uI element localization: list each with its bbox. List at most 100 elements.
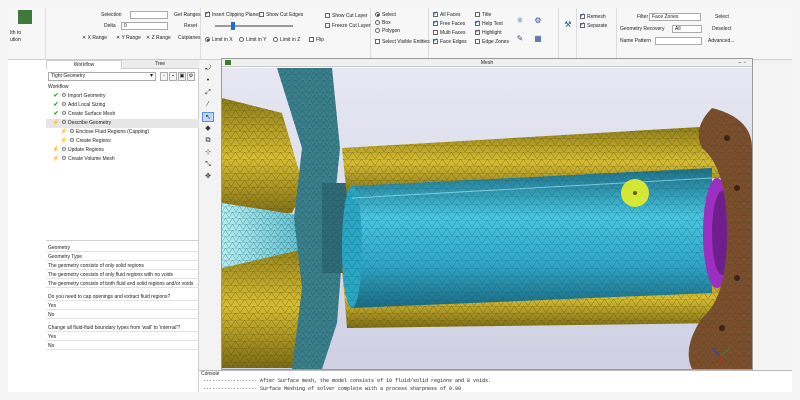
selection-field[interactable]	[130, 11, 168, 19]
step-create-volume-mesh[interactable]: ⚡ ⚙Create Volume Mesh	[52, 155, 114, 164]
workflow-button-4[interactable]: ⚙	[187, 72, 195, 81]
get-ranges-button[interactable]: Get Ranges	[174, 12, 201, 18]
limit-x-toggle[interactable]: Limit in X	[205, 37, 233, 43]
advanced-button[interactable]: Advanced...	[708, 38, 734, 44]
geometry-option-both[interactable]: The geometry consists of both fluid and …	[46, 280, 199, 288]
limit-z-radio[interactable]	[273, 37, 278, 43]
step-update-regions[interactable]: ⚡ ⚙Update Regions	[52, 146, 104, 155]
multi-faces-toggle[interactable]: Multi Faces	[433, 30, 466, 36]
workflow-button-1[interactable]: ▫	[160, 72, 168, 81]
insert-clipping-checkbox[interactable]	[205, 10, 210, 18]
paint-icon[interactable]: ✎	[515, 34, 525, 44]
highlight-checkbox[interactable]	[475, 28, 480, 36]
limit-x-radio[interactable]	[205, 37, 210, 43]
free-faces-toggle[interactable]: Free Faces	[433, 19, 465, 27]
reset-button[interactable]: Reset	[184, 23, 197, 29]
mesh-viewport[interactable]	[222, 68, 752, 369]
step-enclose-fluid-regions[interactable]: ⚡ ⚙Enclose Fluid Regions (Capping)	[60, 128, 149, 137]
delta-field[interactable]: 0	[121, 22, 168, 30]
cube-icon[interactable]: ◆	[202, 124, 214, 134]
remesh-toggle[interactable]: Remesh	[580, 12, 606, 20]
palette-icon[interactable]: ⚛	[515, 16, 525, 26]
select-mode-radio[interactable]	[375, 12, 380, 18]
y-range-button[interactable]: ✕ Y Range	[116, 35, 141, 41]
zoom-icon[interactable]: ⤢	[202, 88, 214, 98]
move-icon[interactable]: ✥	[202, 172, 214, 182]
tab-tree[interactable]: Tree	[122, 60, 198, 69]
highlight-toggle[interactable]: Highlight	[475, 28, 501, 36]
workflow-button-3[interactable]: ▣	[178, 72, 186, 81]
title-checkbox[interactable]	[475, 12, 480, 18]
tab-workflow[interactable]: Workflow	[46, 60, 122, 69]
box-mode-radio[interactable]	[375, 20, 380, 26]
show-cut-layer-checkbox[interactable]	[325, 13, 330, 19]
free-faces-checkbox[interactable]	[433, 19, 438, 27]
pan-icon[interactable]: •	[202, 76, 214, 86]
polygon-mode-option[interactable]: Polygon	[375, 28, 400, 34]
boundary-type-yes[interactable]: Yes	[46, 333, 199, 341]
freeze-cut-layer-checkbox[interactable]	[325, 23, 330, 29]
name-pattern-field[interactable]	[655, 37, 702, 45]
measure-icon[interactable]: ⁄	[202, 100, 214, 110]
insert-clipping-planes-toggle[interactable]: Insert Clipping Planes	[205, 10, 261, 18]
polygon-mode-radio[interactable]	[375, 28, 380, 34]
limit-z-toggle[interactable]: Limit in Z	[273, 37, 300, 43]
geometry-recovery-dropdown[interactable]: All	[672, 25, 702, 33]
separate-toggle[interactable]: Separate	[580, 21, 607, 29]
z-range-button[interactable]: ✕ Z Range	[146, 35, 171, 41]
workflow-type-select[interactable]: Tight Geometry	[48, 72, 156, 81]
copy-icon[interactable]: ⧉	[202, 136, 214, 146]
select-visible-checkbox[interactable]	[375, 39, 380, 45]
geometry-option-solid[interactable]: The geometry consists of only solid regi…	[46, 262, 199, 270]
fit-icon[interactable]: ⤡	[202, 160, 214, 170]
orbit-icon[interactable]: ⤾	[202, 64, 214, 74]
all-faces-checkbox[interactable]	[433, 10, 438, 18]
x-range-button[interactable]: ✕ X Range	[82, 35, 107, 41]
geometry-option-fluid[interactable]: The geometry consists of only fluid regi…	[46, 271, 199, 279]
step-create-regions[interactable]: ⚡ ⚙Create Regions	[60, 137, 111, 146]
step-create-surface-mesh[interactable]: ✔ ⚙Create Surface Mesh	[52, 110, 115, 119]
cap-openings-yes[interactable]: Yes	[46, 302, 199, 310]
remesh-checkbox[interactable]	[580, 12, 585, 20]
tool-icon[interactable]: ⚒	[563, 20, 573, 30]
limit-y-radio[interactable]	[239, 37, 244, 43]
axes-icon[interactable]: ⊹	[202, 148, 214, 158]
step-add-local-sizing[interactable]: ✔ ⚙Add Local Sizing	[52, 101, 105, 110]
select-icon[interactable]: ↖	[202, 112, 214, 122]
clip-slider-track[interactable]	[215, 25, 293, 27]
window-controls[interactable]: –▫	[738, 59, 749, 67]
limit-y-toggle[interactable]: Limit in Y	[239, 37, 266, 43]
cutplanes-button[interactable]: Cutplanes	[178, 35, 201, 41]
freeze-cut-layer-toggle[interactable]: Freeze Cut Layer	[325, 23, 371, 29]
filter-select-button[interactable]: Select	[715, 14, 729, 20]
title-toggle[interactable]: Title	[475, 12, 491, 18]
flip-toggle[interactable]: Flip	[309, 37, 324, 43]
all-faces-toggle[interactable]: All Faces	[433, 10, 461, 18]
edge-zones-checkbox[interactable]	[475, 39, 480, 45]
mesh-render[interactable]	[222, 68, 752, 369]
maximize-icon[interactable]: ▫	[744, 60, 749, 66]
help-text-checkbox[interactable]	[475, 19, 480, 27]
workflow-icon[interactable]	[18, 10, 32, 24]
step-import-geometry[interactable]: ✔ ⚙Import Geometry	[52, 92, 105, 101]
select-visible-toggle[interactable]: Select Visible Entities	[375, 39, 430, 45]
show-cut-edges-checkbox[interactable]	[259, 12, 264, 18]
multi-faces-checkbox[interactable]	[433, 30, 438, 36]
deselect-button[interactable]: Deselect	[712, 26, 731, 32]
flip-checkbox[interactable]	[309, 37, 314, 43]
face-edges-toggle[interactable]: Face Edges	[433, 37, 467, 45]
select-mode-option[interactable]: Select	[375, 12, 396, 18]
workflow-button-2[interactable]: ▪	[169, 72, 177, 81]
face-edges-checkbox[interactable]	[433, 37, 438, 45]
filter-dropdown[interactable]: Face Zones	[649, 13, 701, 21]
show-cut-edges-toggle[interactable]: Show Cut Edges	[259, 12, 303, 18]
cap-openings-no[interactable]: No	[46, 311, 199, 319]
ribbon-start-label-2[interactable]: ution	[10, 37, 21, 43]
box-mode-option[interactable]: Box	[375, 20, 391, 26]
show-cut-layer-toggle[interactable]: Show Cut Layer	[325, 13, 368, 19]
boundary-type-no[interactable]: No	[46, 342, 199, 350]
grid-icon[interactable]: ▦	[533, 34, 543, 44]
edge-zones-toggle[interactable]: Edge Zones	[475, 39, 509, 45]
ribbon-start-label-1[interactable]: Ith to	[10, 30, 21, 36]
step-describe-geometry[interactable]: ⚡ ⚙Describe Geometry	[46, 119, 199, 128]
